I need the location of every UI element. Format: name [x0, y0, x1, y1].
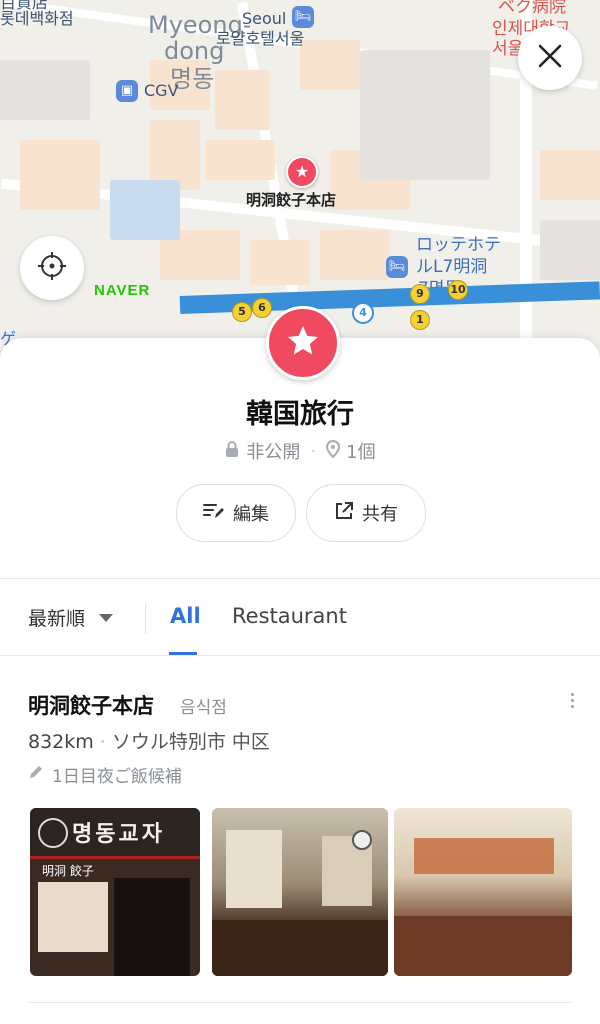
chevron-down-icon	[99, 613, 114, 622]
map-block	[540, 150, 600, 200]
place-distance: 832km	[28, 731, 94, 753]
crosshair-icon	[37, 251, 67, 285]
map-label: ルL7明洞	[416, 257, 488, 277]
wall-panel	[226, 830, 282, 908]
map-label: ロッテホテ	[416, 235, 501, 255]
map-label: Seoul	[242, 9, 287, 28]
map-block	[110, 180, 180, 240]
map-label: 롯데백화점	[0, 9, 74, 28]
share-icon	[334, 501, 354, 526]
map-label: 로얄호텔서울	[216, 29, 305, 48]
map-label: CGV	[144, 81, 179, 100]
tab-all[interactable]: All	[170, 604, 201, 628]
place-photo-interior-2[interactable]	[394, 808, 572, 976]
edit-list-icon	[203, 502, 225, 525]
place-name[interactable]: 明洞餃子本店	[28, 690, 154, 720]
station-marker[interactable]: 9	[410, 284, 430, 304]
place-photo-storefront[interactable]: 명동교자 明洞 餃子	[30, 808, 200, 976]
menu-board	[38, 882, 108, 952]
star-icon	[285, 323, 321, 363]
pencil-icon	[28, 764, 44, 785]
map-block	[320, 230, 390, 280]
section-divider	[0, 578, 600, 579]
list-bottom-divider	[28, 1002, 572, 1003]
logo-emblem	[38, 818, 68, 848]
separator-dot: ·	[99, 731, 106, 753]
map-block	[215, 70, 270, 130]
cinema-icon: ▣	[116, 80, 138, 102]
filter-separator	[145, 604, 146, 634]
place-photo-interior-1[interactable]	[212, 808, 388, 976]
map-block	[300, 40, 360, 90]
tables	[394, 916, 572, 976]
privacy-label: 非公開	[246, 442, 301, 463]
map-block	[20, 140, 100, 210]
location-pin-icon	[326, 439, 341, 463]
hotel-icon: 🛏	[386, 256, 408, 278]
map-block	[205, 140, 275, 180]
station-marker[interactable]: 4	[352, 302, 374, 324]
station-marker[interactable]: 6	[252, 298, 272, 318]
map-block	[0, 60, 90, 120]
station-marker[interactable]: 5	[232, 302, 252, 322]
hotel-icon: 🛏	[292, 6, 314, 28]
edit-button[interactable]: 編集	[176, 484, 296, 542]
storefront-sign: 명동교자	[30, 808, 200, 859]
memo-text: 1日目夜ご飯候補	[52, 767, 182, 787]
close-button[interactable]	[518, 26, 582, 90]
map-block	[360, 50, 490, 180]
map-block	[250, 240, 310, 285]
sort-label: 最新順	[28, 608, 86, 630]
place-memo[interactable]: 1日目夜ご飯候補	[28, 762, 182, 787]
map-label: 明洞餃子本店	[246, 191, 337, 209]
sort-dropdown[interactable]: 最新順	[28, 604, 114, 631]
naver-logo: NAVER	[94, 282, 151, 299]
place-category: 음식점	[180, 698, 227, 718]
place-count: 1個	[346, 442, 376, 463]
share-button[interactable]: 共有	[306, 484, 426, 542]
list-meta: 非公開 · 1個	[0, 438, 600, 464]
wall-accent	[414, 838, 554, 874]
tables	[212, 920, 388, 976]
sign-text-ja: 明洞 餃子	[42, 864, 94, 878]
map-label: ベク病院	[498, 0, 566, 17]
map-block	[540, 220, 600, 280]
section-divider	[0, 655, 600, 656]
more-icon	[570, 693, 574, 696]
sign-text-ko: 명동교자	[72, 822, 165, 847]
edit-label: 編集	[233, 504, 269, 525]
place-address: ソウル特別市 中区	[111, 731, 270, 753]
close-icon	[537, 43, 563, 73]
clock-icon	[352, 830, 372, 850]
entrance	[114, 878, 190, 976]
separator-dot: ·	[310, 440, 317, 462]
station-marker[interactable]: 1	[410, 310, 430, 330]
current-location-button[interactable]	[20, 236, 84, 300]
tab-restaurant[interactable]: Restaurant	[232, 604, 347, 628]
place-address-line: 832km · ソウル特別市 中区	[28, 727, 270, 754]
lock-icon	[224, 440, 240, 463]
place-pin[interactable]: ★	[286, 156, 318, 188]
more-options-button[interactable]	[568, 690, 576, 714]
station-marker[interactable]: 10	[448, 280, 468, 300]
list-badge	[266, 306, 340, 380]
list-title: 韓国旅行	[246, 399, 354, 430]
share-label: 共有	[362, 504, 398, 525]
